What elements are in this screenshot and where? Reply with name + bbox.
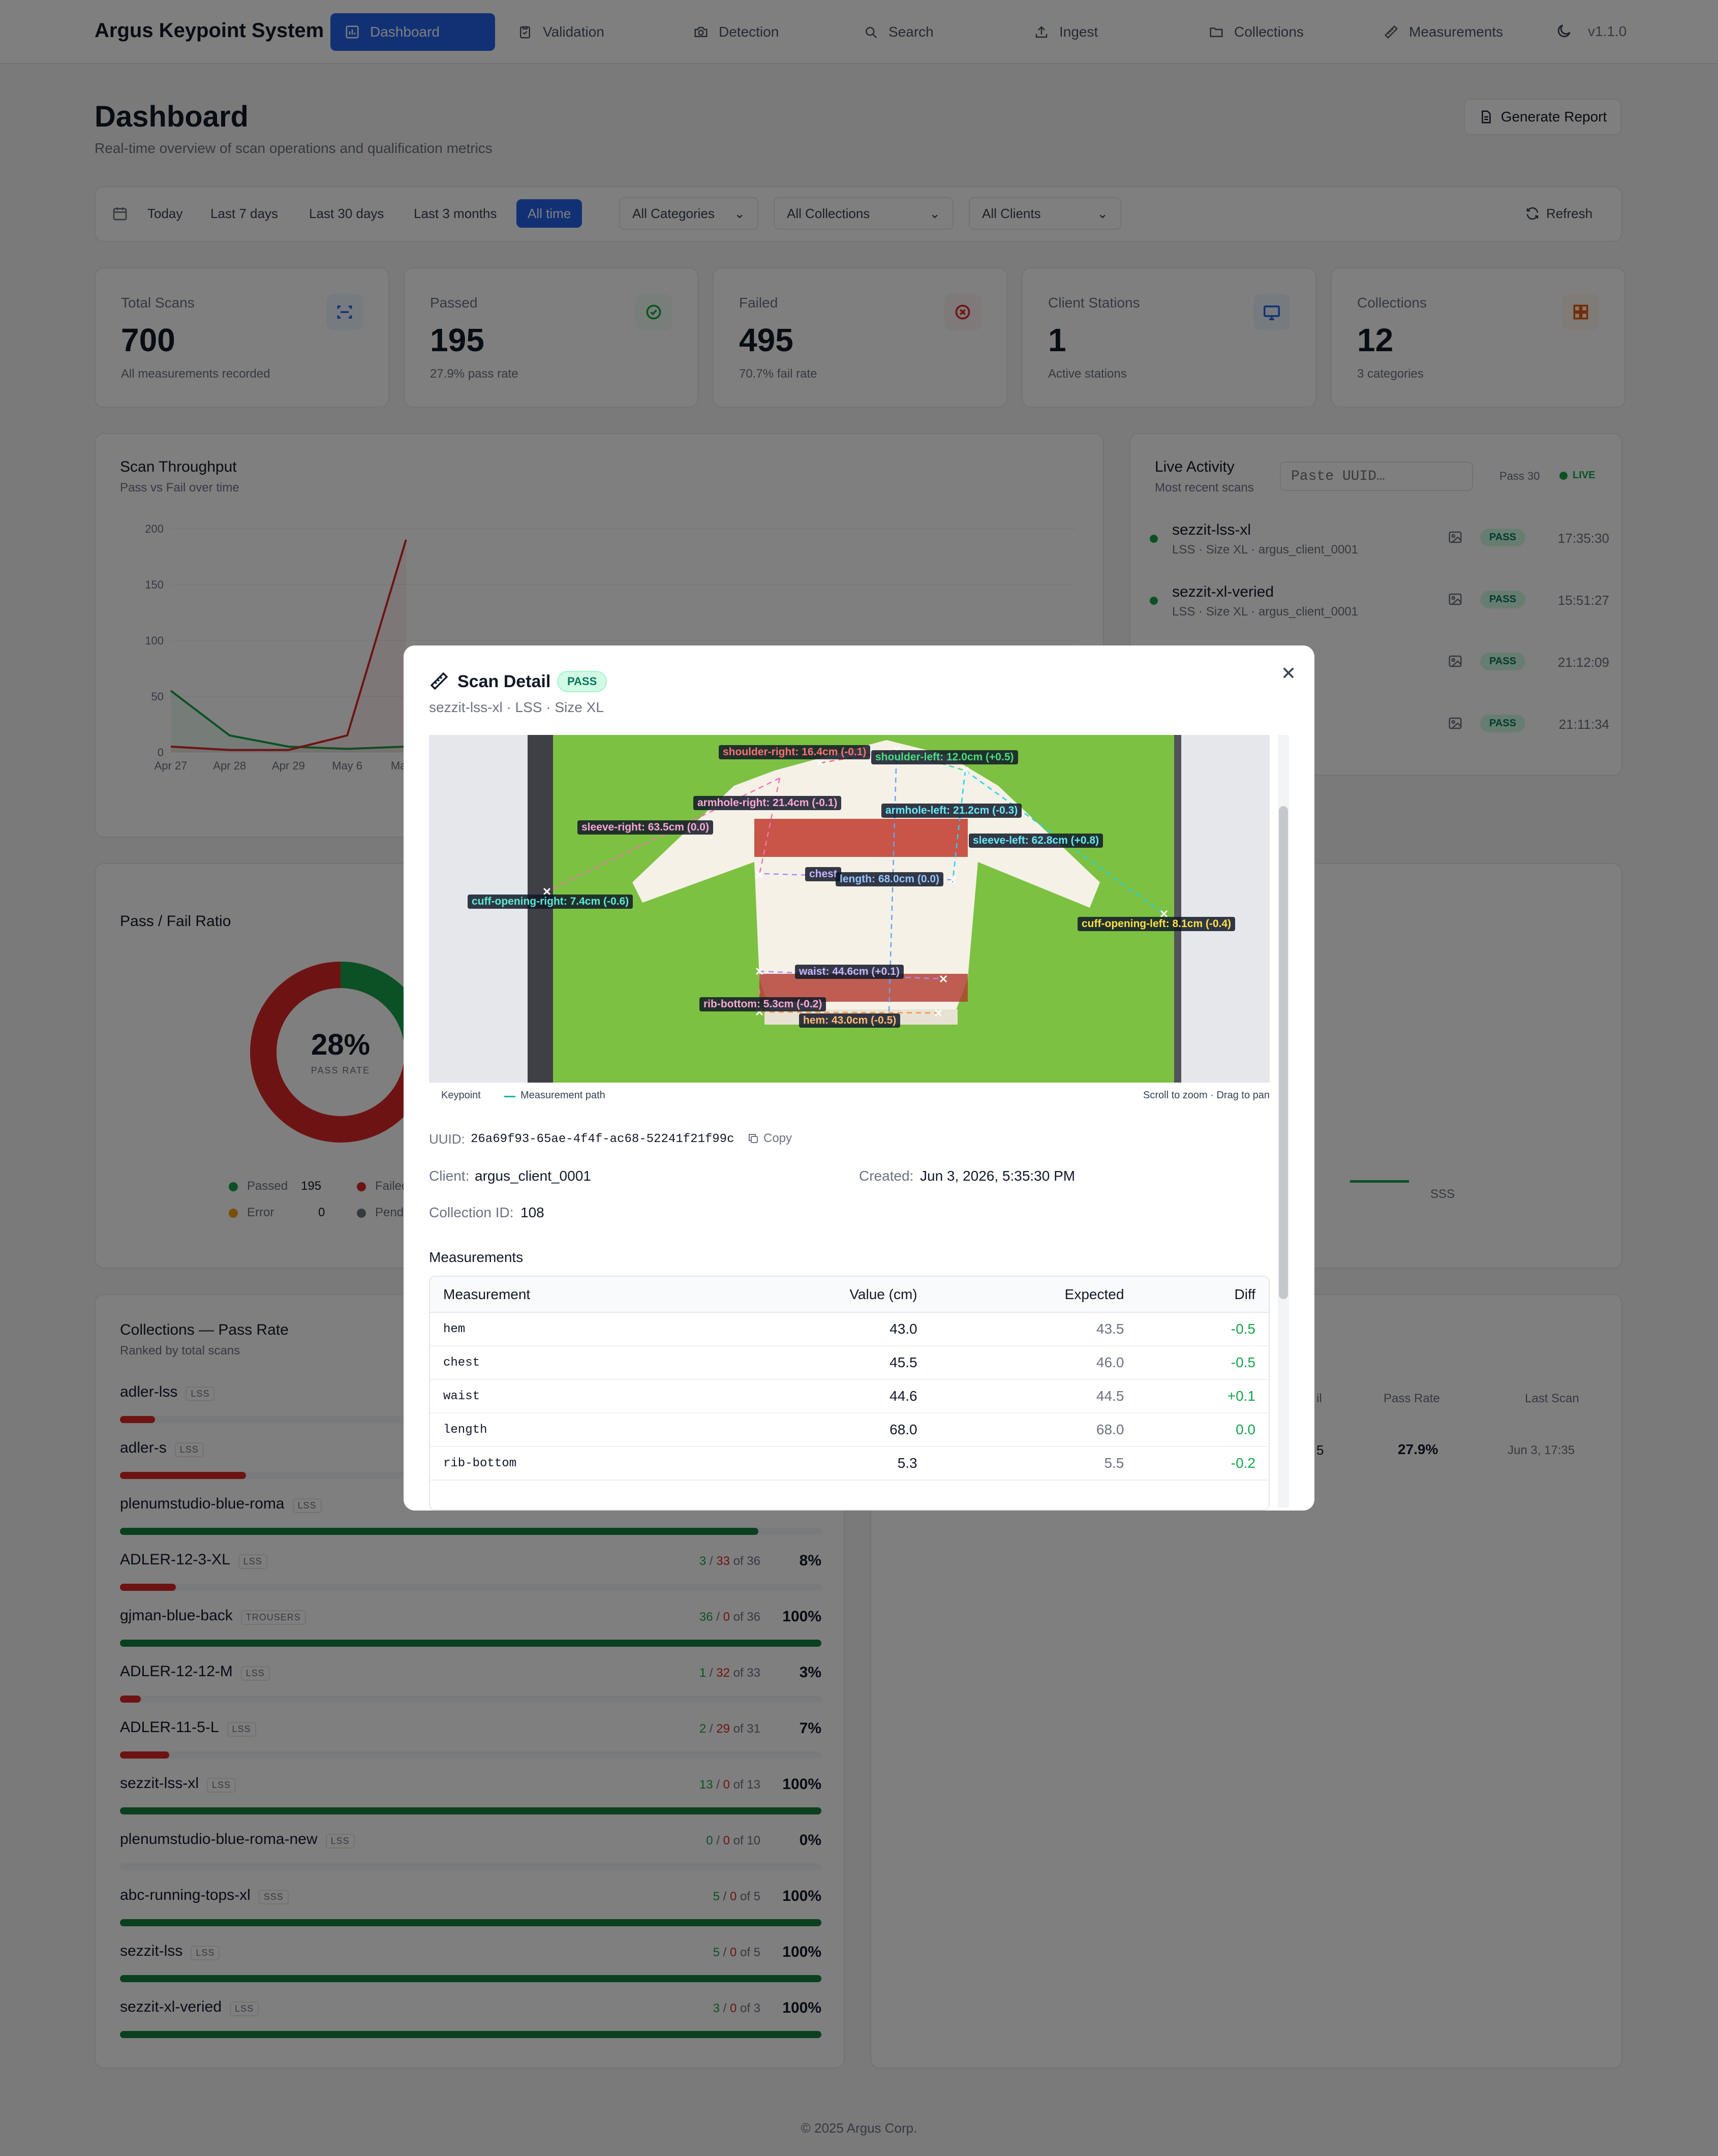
measurement-diff: +0.1 (1137, 1379, 1269, 1413)
copy-button[interactable]: Copy (747, 1131, 792, 1146)
close-icon[interactable]: ✕ (1276, 661, 1301, 686)
client-value: argus_client_0001 (475, 1168, 591, 1184)
keypoint-label: armhole-left: 21.2cm (-0.3) (881, 804, 1022, 818)
collection-id-value: 108 (520, 1205, 544, 1220)
modal-title: Scan Detail (457, 672, 551, 691)
measurement-diff: -0.2 (1137, 1446, 1269, 1481)
measurement-name: hem (430, 1312, 703, 1346)
copy-icon (749, 1134, 758, 1143)
modal-scrollbar-thumb[interactable] (1279, 806, 1288, 1299)
ruler-icon (430, 672, 448, 690)
measurement-expected: 43.5 (930, 1312, 1138, 1346)
measurement-name: rib-bottom (430, 1446, 703, 1481)
measurement-value: 5.3 (703, 1446, 931, 1481)
measurement-value: 68.0 (703, 1413, 931, 1447)
measurements-table: Measurement Value (cm) Expected Diff hem… (430, 1277, 1269, 1481)
keypoint-label: hem: 43.0cm (-0.5) (799, 1013, 901, 1028)
measurement-value: 44.6 (703, 1379, 931, 1413)
scan-detail-modal: Scan Detail PASS sezzit-lss-xl · LSS · S… (404, 645, 1314, 1511)
keypoint-label: rib-bottom: 5.3cm (-0.2) (699, 997, 826, 1011)
table-row: chest 45.5 46.0 -0.5 (430, 1346, 1269, 1380)
table-row: waist 44.6 44.5 +0.1 (430, 1379, 1269, 1413)
uuid-value: 26a69f93-65ae-4f4f-ac68-52241f21f99c (471, 1132, 734, 1146)
viewer-hint: Scroll to zoom · Drag to pan (1143, 1090, 1270, 1101)
collection-id-label: Collection ID: (429, 1205, 514, 1220)
measurement-diff: -0.5 (1137, 1346, 1269, 1380)
measurement-expected: 44.5 (930, 1379, 1138, 1413)
keypoint-label: cuff-opening-left: 8.1cm (-0.4) (1078, 917, 1236, 931)
modal-subtitle: sezzit-lss-xl · LSS · Size XL (429, 699, 604, 715)
keypoint-label: armhole-right: 21.4cm (-0.1) (693, 796, 842, 810)
legend-path-line (504, 1096, 515, 1097)
created-value: Jun 3, 2026, 5:35:30 PM (920, 1168, 1076, 1184)
legend-path: Measurement path (520, 1090, 605, 1101)
keypoint-label: shoulder-left: 12.0cm (+0.5) (871, 750, 1018, 764)
table-row: rib-bottom 5.3 5.5 -0.2 (430, 1446, 1269, 1481)
col-measurement[interactable]: Measurement (430, 1277, 703, 1313)
keypoint-label: length: 68.0cm (0.0) (836, 872, 944, 886)
measurement-expected: 5.5 (930, 1446, 1138, 1481)
keypoint-label: sleeve-left: 62.8cm (+0.8) (969, 834, 1103, 848)
keypoint-viewer[interactable]: shoulder-right: 16.4cm (-0.1) shoulder-le… (429, 735, 1270, 1083)
modal-status-badge: PASS (557, 671, 607, 692)
keypoint-label: sleeve-right: 63.5cm (0.0) (577, 820, 713, 835)
measurement-value: 45.5 (703, 1346, 931, 1380)
col-expected[interactable]: Expected (930, 1277, 1138, 1313)
measurement-expected: 68.0 (930, 1413, 1138, 1447)
created-label: Created: (859, 1168, 914, 1184)
measurement-diff: -0.5 (1137, 1312, 1269, 1346)
col-diff[interactable]: Diff (1137, 1277, 1269, 1313)
table-header-row: Measurement Value (cm) Expected Diff (430, 1277, 1269, 1313)
measurement-diff: 0.0 (1137, 1413, 1269, 1447)
measurement-value: 43.0 (703, 1312, 931, 1346)
measurement-name: waist (430, 1379, 703, 1413)
legend-keypoint: Keypoint (441, 1090, 481, 1101)
measurements-table-wrap: Measurement Value (cm) Expected Diff hem… (429, 1276, 1270, 1511)
measurements-title: Measurements (429, 1249, 524, 1265)
col-value[interactable]: Value (cm) (703, 1277, 931, 1313)
measurement-name: length (430, 1413, 703, 1447)
table-row: hem 43.0 43.5 -0.5 (430, 1312, 1269, 1346)
keypoint-label: waist: 44.6cm (+0.1) (795, 965, 904, 979)
measurement-name: chest (430, 1346, 703, 1380)
keypoint-label: cuff-opening-right: 7.4cm (-0.6) (468, 895, 633, 909)
measurement-expected: 46.0 (930, 1346, 1138, 1380)
uuid-label: UUID: (429, 1131, 465, 1147)
table-row: length 68.0 68.0 0.0 (430, 1413, 1269, 1447)
keypoint-label: shoulder-right: 16.4cm (-0.1) (719, 745, 871, 759)
garment-image[interactable] (429, 735, 1270, 1083)
client-label: Client: (429, 1168, 470, 1184)
